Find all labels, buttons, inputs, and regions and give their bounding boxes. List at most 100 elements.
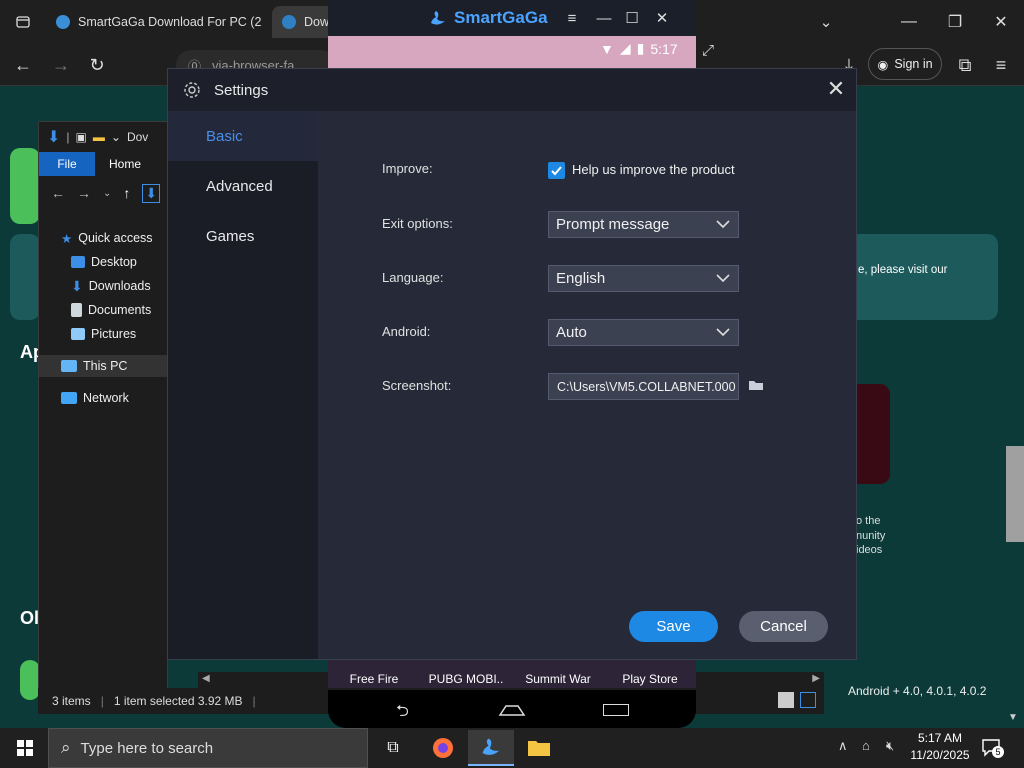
- sidebar-item-advanced[interactable]: Advanced: [168, 161, 318, 211]
- refresh-icon[interactable]: ↻: [82, 50, 112, 80]
- back-icon[interactable]: ←: [8, 50, 38, 80]
- nav-desktop[interactable]: Desktop: [71, 251, 137, 273]
- nav-quick-access[interactable]: ★ Quick access: [61, 227, 153, 249]
- explorer-hscroll-right[interactable]: ▶: [696, 672, 824, 688]
- nav-downloads[interactable]: ⬇ Downloads: [71, 275, 151, 297]
- up-icon[interactable]: ↑: [123, 185, 130, 201]
- restore-icon[interactable]: ❐: [932, 0, 978, 44]
- large-icons-view-icon[interactable]: [800, 692, 816, 708]
- scroll-right-icon[interactable]: ▶: [812, 673, 820, 684]
- android-dropdown[interactable]: Auto: [548, 319, 739, 346]
- app-summit-war[interactable]: Summit War: [512, 660, 604, 690]
- tab-close-icon[interactable]: ✕: [269, 15, 270, 30]
- location-downloads-icon[interactable]: ⬇: [142, 183, 161, 203]
- nav-documents[interactable]: Documents: [71, 299, 151, 321]
- taskbar-search-box[interactable]: ⌕ Type here to search: [48, 728, 368, 768]
- nav-network[interactable]: Network: [61, 387, 129, 409]
- emulator-close-icon[interactable]: ✕: [652, 8, 672, 28]
- file-explorer-taskbar-icon[interactable]: [516, 730, 562, 766]
- details-view-icon[interactable]: [778, 692, 794, 708]
- qat-dropdown-icon[interactable]: ⌄: [111, 130, 121, 144]
- forward-icon[interactable]: →: [77, 185, 91, 201]
- android-home-icon[interactable]: [498, 704, 526, 716]
- explorer-ribbon: File Home: [39, 152, 169, 176]
- language-dropdown[interactable]: English: [548, 265, 739, 292]
- screenshot-path-field[interactable]: C:\Users\VM5.COLLABNET.000: [548, 373, 739, 400]
- forward-icon[interactable]: →: [46, 50, 76, 80]
- explorer-hscroll[interactable]: ◀: [198, 672, 328, 688]
- page-scrollbar-thumb[interactable]: [1006, 446, 1024, 542]
- sidebar-item-games[interactable]: Games: [168, 211, 318, 261]
- emulator-nav-bar: ⮌: [328, 690, 696, 728]
- page-info-card-right: [856, 234, 998, 320]
- app-free-fire[interactable]: Free Fire: [328, 660, 420, 690]
- nav-this-pc[interactable]: This PC: [39, 355, 169, 377]
- tab-list-chevron-icon[interactable]: ⌄: [816, 12, 836, 32]
- new-folder-icon[interactable]: ▬: [93, 130, 105, 144]
- ribbon-home-tab[interactable]: Home: [95, 152, 155, 176]
- status-separator: |: [100, 694, 104, 708]
- computer-icon: [61, 360, 77, 372]
- firefox-icon[interactable]: [420, 730, 466, 766]
- android-back-icon[interactable]: ⮌: [396, 700, 409, 727]
- fullscreen-icon[interactable]: ⤢: [702, 42, 722, 62]
- task-view-icon[interactable]: ⧉: [370, 730, 416, 766]
- sign-in-button[interactable]: ◉ Sign in: [868, 48, 942, 80]
- android-label: Android:: [382, 324, 431, 339]
- profile-icon: ◉: [877, 57, 889, 72]
- close-window-icon[interactable]: ✕: [978, 0, 1024, 44]
- downloads-icon: ⬇: [71, 277, 83, 294]
- network-tray-icon[interactable]: ⌂: [862, 738, 870, 753]
- improve-checkbox[interactable]: [548, 162, 565, 179]
- tray-chevron-up-icon[interactable]: ∧: [838, 738, 848, 754]
- emulator-minimize-icon[interactable]: —: [594, 8, 614, 28]
- sidebar-item-basic[interactable]: Basic: [168, 111, 318, 161]
- page-green-card[interactable]: [20, 660, 40, 700]
- volume-muted-icon[interactable]: 🔇︎: [886, 738, 894, 754]
- browser-tab-smartgaga[interactable]: SmartGaGa Download For PC (2 ✕: [46, 6, 270, 38]
- settings-sidebar: Basic Advanced Games: [168, 111, 318, 659]
- recent-dropdown-icon[interactable]: ⌄: [103, 188, 111, 199]
- app-pubg-mobile[interactable]: PUBG MOBI..: [420, 660, 512, 690]
- settings-close-icon[interactable]: ✕: [824, 76, 848, 101]
- android-recents-icon[interactable]: [603, 704, 629, 716]
- app-play-store[interactable]: Play Store: [604, 660, 696, 690]
- folder-open-icon[interactable]: [748, 377, 765, 394]
- ribbon-file-tab[interactable]: File: [39, 152, 95, 176]
- properties-icon[interactable]: ▣: [76, 130, 87, 144]
- exit-options-dropdown[interactable]: Prompt message: [548, 211, 739, 238]
- save-button[interactable]: Save: [629, 611, 718, 642]
- battery-icon: ▮: [636, 40, 645, 56]
- extensions-icon[interactable]: ⧉: [950, 50, 980, 80]
- android-value: Auto: [556, 324, 587, 341]
- taskbar-smartgaga-icon[interactable]: [468, 730, 514, 766]
- page-download-card[interactable]: [10, 148, 40, 224]
- tab-actions-icon[interactable]: [0, 0, 46, 44]
- notification-center-icon[interactable]: 5: [980, 736, 1004, 760]
- pictures-icon: [71, 328, 85, 340]
- page-android-versions: Android + 4.0, 4.0.1, 4.0.2: [848, 684, 987, 698]
- chevron-down-icon: [716, 328, 730, 337]
- language-label: Language:: [382, 270, 444, 285]
- desktop-folder-icon: [71, 256, 85, 268]
- back-icon[interactable]: ←: [51, 185, 65, 201]
- settings-title: Settings: [214, 81, 269, 99]
- emulator-menu-icon[interactable]: ≡: [562, 8, 582, 28]
- separator: |: [66, 130, 70, 144]
- taskbar-clock[interactable]: 5:17 AM 11/20/2025: [900, 730, 980, 764]
- screenshot-label: Screenshot:: [382, 378, 452, 393]
- scroll-down-icon[interactable]: ▼: [1008, 712, 1018, 723]
- scroll-left-icon[interactable]: ◀: [202, 673, 210, 684]
- windows-start-icon[interactable]: [2, 730, 48, 766]
- explorer-titlebar: ⬇ | ▣ ▬ ⌄ Dov: [39, 122, 169, 152]
- page-app-thumbnail[interactable]: [856, 384, 890, 484]
- emulator-maximize-icon[interactable]: ☐: [622, 8, 642, 28]
- network-icon: [61, 392, 77, 404]
- improve-checkbox-label[interactable]: Help us improve the product: [572, 162, 735, 177]
- menu-icon[interactable]: ≡: [986, 50, 1016, 80]
- cancel-button[interactable]: Cancel: [739, 611, 828, 642]
- page-section-heading: Ol: [20, 608, 40, 628]
- nav-pictures[interactable]: Pictures: [71, 323, 136, 345]
- minimize-icon[interactable]: —: [886, 0, 932, 44]
- wifi-icon: ▼: [600, 40, 614, 57]
